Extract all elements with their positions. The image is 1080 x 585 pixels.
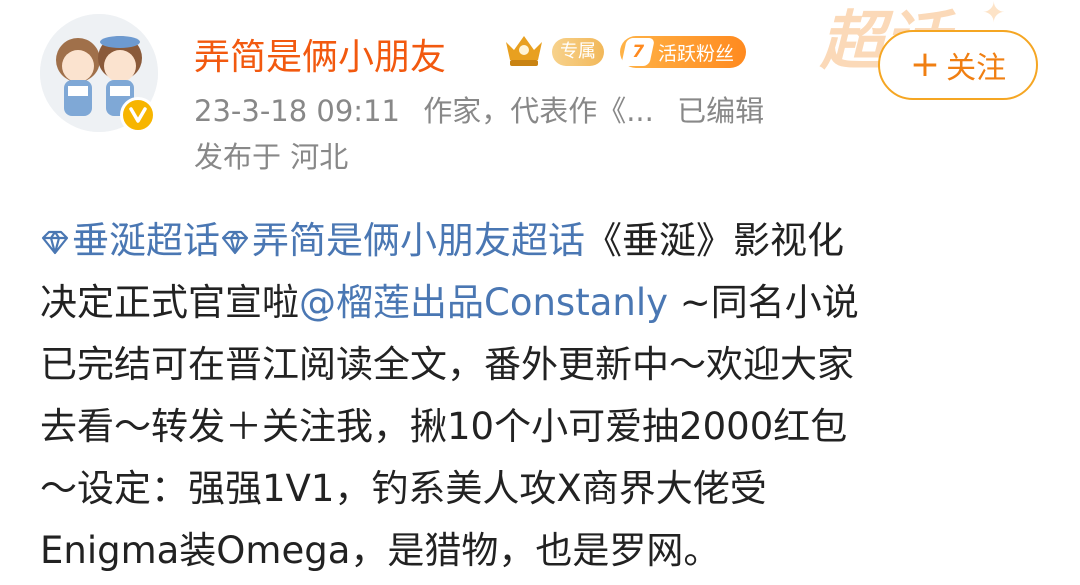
verified-v-icon	[120, 97, 156, 133]
content-line-2: 决定正式官宣啦@榴莲出品Constanly ~同名小说	[40, 272, 1050, 334]
author-description: 作家，代表作《...	[423, 94, 654, 128]
content-text: 《垂涎》影视化	[585, 219, 844, 262]
post-meta: 23-3-18 09:11 作家，代表作《... 已编辑	[194, 88, 764, 130]
exclusive-tag: 专属	[552, 38, 604, 66]
fans-label: 活跃粉丝	[658, 42, 735, 65]
follow-label: 关注	[946, 51, 1007, 86]
topic-label-2: 弄简是俩小朋友超话	[252, 219, 585, 262]
timestamp: 23-3-18 09:11	[194, 94, 400, 128]
content-line-4: 去看～转发＋关注我，揪10个小可爱抽2000红包	[40, 405, 848, 448]
diamond-topic-icon	[41, 230, 69, 254]
content-line-5: ～设定：强强1V1，钓系美人攻X商界大佬受	[40, 467, 767, 510]
topic-label-1: 垂涎超话	[72, 219, 220, 262]
post-location: 发布于 河北	[194, 140, 349, 174]
content-line-6: Enigma装Omega，是猎物，也是罗网。	[40, 529, 721, 572]
plus-icon: +	[909, 44, 941, 85]
author-name[interactable]: 弄简是俩小朋友	[194, 28, 446, 80]
follow-button[interactable]: + 关注	[878, 30, 1038, 100]
topic-link-2[interactable]: 弄简是俩小朋友超话	[220, 219, 585, 262]
content-text: ~同名小说	[668, 281, 859, 324]
content-text: 决定正式官宣啦	[40, 281, 299, 324]
content-line-1: 垂涎超话 弄简是俩小朋友超话《垂涎》影视化	[40, 210, 1050, 272]
topic-link-1[interactable]: 垂涎超话	[40, 219, 220, 262]
content-line-3: 已完结可在晋江阅读全文，番外更新中～欢迎大家	[40, 343, 854, 386]
post-content: 垂涎超话 弄简是俩小朋友超话《垂涎》影视化 决定正式官宣啦@榴莲出品Constan…	[40, 210, 1050, 582]
crown-badge-icon[interactable]	[500, 30, 548, 70]
fans-badge[interactable]: 7 活跃粉丝	[620, 36, 747, 68]
mention-link[interactable]: @榴莲出品Constanly	[299, 281, 668, 324]
diamond-topic-icon	[221, 230, 249, 254]
sparkle-icon: ✦	[982, 0, 1006, 29]
edited-label: 已编辑	[677, 94, 765, 128]
fans-level: 7	[621, 38, 655, 66]
